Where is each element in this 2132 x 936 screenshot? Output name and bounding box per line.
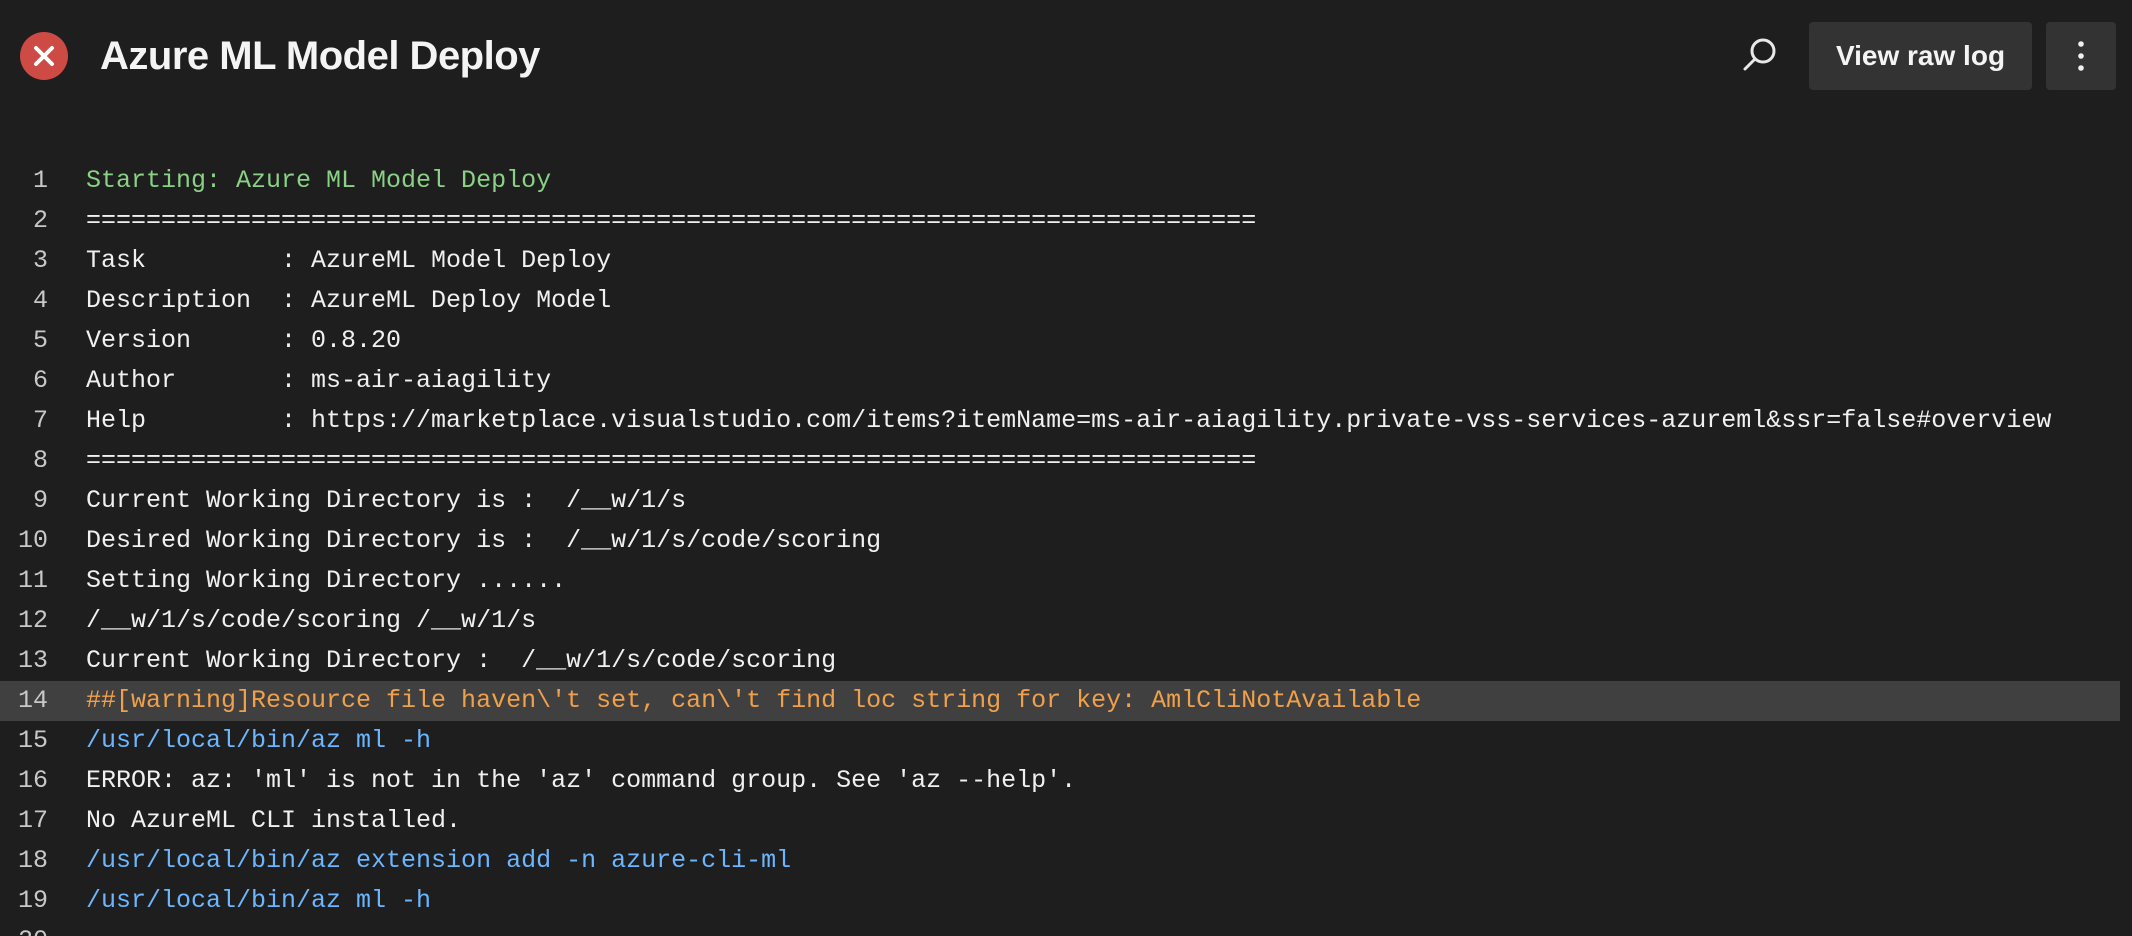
line-number[interactable]: 16 <box>0 761 48 801</box>
log-line-text: Version : 0.8.20 <box>86 326 402 355</box>
log-line-text: Description : AzureML Deploy Model <box>86 286 612 315</box>
line-number[interactable]: 20 <box>0 921 48 936</box>
log-line-text: Task : AzureML Model Deploy <box>86 246 612 275</box>
view-raw-log-button[interactable]: View raw log <box>1809 22 2032 90</box>
log-line[interactable]: 16 ERROR: az: 'ml' is not in the 'az' com… <box>0 761 2132 801</box>
line-number[interactable]: 7 <box>0 401 48 441</box>
log-line[interactable]: 4 Description : AzureML Deploy Model <box>0 281 2132 321</box>
log-line[interactable]: 13 Current Working Directory : /__w/1/s/c… <box>0 641 2132 681</box>
log-line-text: Desired Working Directory is : /__w/1/s/… <box>86 526 882 555</box>
log-header: Azure ML Model Deploy View raw log <box>0 0 2132 112</box>
log-line[interactable]: 14 ##[warning]Resource file haven\'t set,… <box>0 681 2120 721</box>
log-line-text: /usr/local/bin/az extension add -n azure… <box>86 846 792 875</box>
line-number[interactable]: 15 <box>0 721 48 761</box>
log-line[interactable]: 10 Desired Working Directory is : /__w/1/… <box>0 521 2132 561</box>
line-number[interactable]: 12 <box>0 601 48 641</box>
log-line-text: ========================================… <box>86 206 1257 235</box>
line-number[interactable]: 5 <box>0 321 48 361</box>
log-line[interactable]: 3 Task : AzureML Model Deploy <box>0 241 2132 281</box>
log-line-text: /usr/local/bin/az ml -h <box>86 726 432 755</box>
page-title: Azure ML Model Deploy <box>100 34 540 78</box>
log-line-text: Current Working Directory is : /__w/1/s <box>86 486 687 515</box>
log-line-text: Author : ms-air-aiagility <box>86 366 552 395</box>
log-line[interactable]: 9 Current Working Directory is : /__w/1/s <box>0 481 2132 521</box>
line-number[interactable]: 18 <box>0 841 48 881</box>
line-number[interactable]: 3 <box>0 241 48 281</box>
line-number[interactable]: 6 <box>0 361 48 401</box>
log-line-text: No AzureML CLI installed. <box>86 806 462 835</box>
more-vertical-icon <box>2078 41 2084 71</box>
log-line[interactable]: 12 /__w/1/s/code/scoring /__w/1/s <box>0 601 2132 641</box>
more-options-button[interactable] <box>2046 22 2116 90</box>
line-number[interactable]: 13 <box>0 641 48 681</box>
log-line[interactable]: 19/usr/local/bin/az ml -h <box>0 881 2132 921</box>
line-number[interactable]: 8 <box>0 441 48 481</box>
log-line[interactable]: 2 =======================================… <box>0 201 2132 241</box>
log-line-text: ##[warning]Resource file haven\'t set, c… <box>86 686 1422 715</box>
log-line-text: Setting Working Directory ...... <box>86 566 567 595</box>
failed-status-icon <box>20 32 68 80</box>
log-line-text: ERROR: az: 'ml' is not in the 'az' comma… <box>86 766 1077 795</box>
log-line-text: /usr/local/bin/az ml -h <box>86 886 432 915</box>
line-number[interactable]: 1 <box>0 161 48 201</box>
line-number[interactable]: 11 <box>0 561 48 601</box>
log-line[interactable]: 5 Version : 0.8.20 <box>0 321 2132 361</box>
line-number[interactable]: 4 <box>0 281 48 321</box>
log-viewer[interactable]: 1 Starting: Azure ML Model Deploy 2 =======… <box>0 161 2132 936</box>
log-line-text: /__w/1/s/code/scoring /__w/1/s <box>86 606 537 635</box>
log-line[interactable]: 11 Setting Working Directory ...... <box>0 561 2132 601</box>
line-number[interactable]: 10 <box>0 521 48 561</box>
log-line[interactable]: 8 =======================================… <box>0 441 2132 481</box>
line-number[interactable]: 2 <box>0 201 48 241</box>
log-line[interactable]: 7 Help : https://marketplace.visualstudio… <box>0 401 2132 441</box>
log-line[interactable]: 1 Starting: Azure ML Model Deploy <box>0 161 2132 201</box>
log-line[interactable]: 18/usr/local/bin/az extension add -n azu… <box>0 841 2132 881</box>
line-number[interactable]: 9 <box>0 481 48 521</box>
line-number[interactable]: 14 <box>0 681 48 721</box>
log-line-text: Help : https://marketplace.visualstudio.… <box>86 406 2052 435</box>
search-icon <box>1743 38 1776 71</box>
log-line-text: ========================================… <box>86 446 1257 475</box>
log-line-text: Current Working Directory : /__w/1/s/cod… <box>86 646 837 675</box>
log-line[interactable]: 20 <box>0 921 2132 936</box>
log-line-text: Starting: Azure ML Model Deploy <box>86 166 552 195</box>
log-line[interactable]: 17 No AzureML CLI installed. <box>0 801 2132 841</box>
log-line[interactable]: 6 Author : ms-air-aiagility <box>0 361 2132 401</box>
log-line[interactable]: 15/usr/local/bin/az ml -h <box>0 721 2132 761</box>
line-number[interactable]: 17 <box>0 801 48 841</box>
search-button[interactable] <box>1736 32 1784 80</box>
line-number[interactable]: 19 <box>0 881 48 921</box>
